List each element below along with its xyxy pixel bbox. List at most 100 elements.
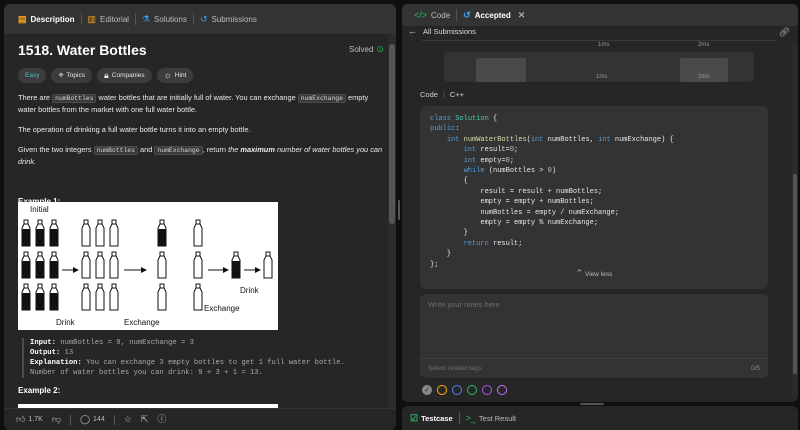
distribution-chart: 1ms 2ms: [444, 52, 754, 82]
link-icon[interactable]: 🔗︎: [779, 28, 790, 37]
divider: |: [442, 90, 445, 99]
tab-submissions-label: Submissions: [211, 14, 257, 24]
description-panel: ▤ Description ▥ Editorial ⚗ Solutions ↺ …: [4, 4, 396, 430]
companies-button[interactable]: 🔒︎ Companies: [96, 68, 152, 83]
resize-handle[interactable]: [398, 200, 400, 220]
tab-test-result[interactable]: >_ Test Result: [465, 412, 516, 423]
thumbs-down-icon[interactable]: 👎︎: [52, 415, 61, 424]
input-value: numBottles = 9, numExchange = 3: [55, 339, 194, 347]
notes-input[interactable]: Write your notes here: [428, 300, 500, 309]
help-icon[interactable]: ⓘ: [157, 415, 166, 424]
description-footer: 👍︎ 1.7K 👎︎ ◯ 144 ☆ ⇱ ⓘ: [4, 408, 396, 430]
topics-label: Topics: [66, 72, 85, 79]
example-1-block: Input: numBottles = 9, numExchange = 3 O…: [22, 338, 345, 378]
code-icon: </>: [414, 9, 428, 20]
tab-divider: [458, 412, 460, 424]
color-option-yellow[interactable]: [437, 385, 447, 395]
lock-icon: 🔒︎: [103, 70, 109, 80]
star-icon[interactable]: ☆: [124, 415, 132, 424]
scrollbar-thumb[interactable]: [389, 44, 395, 224]
share-icon[interactable]: ⇱: [141, 415, 149, 424]
comment-icon: ◯: [79, 414, 91, 424]
color-option-purple[interactable]: [482, 385, 492, 395]
view-less-button[interactable]: ⌃ View less: [420, 268, 768, 279]
tab-submissions[interactable]: ↺ Submissions: [194, 4, 263, 34]
text: the: [228, 145, 241, 154]
inline-code: numExchange: [297, 94, 346, 103]
description-paragraph-1: There are numBottles water bottles that …: [18, 92, 388, 115]
left-tabbar: ▤ Description ▥ Editorial ⚗ Solutions ↺ …: [4, 4, 396, 34]
tick-label-bottom: 2ms: [698, 74, 710, 80]
explanation-value: You can exchange 3 empty bottles to get …: [81, 359, 345, 367]
tab-solutions-label: Solutions: [154, 14, 187, 24]
example-output: Output: 13: [30, 348, 345, 358]
notes-area: Write your notes here Select related tag…: [420, 294, 768, 378]
right-tabbar: </> Code ↺ Accepted ✕: [402, 4, 798, 26]
comment-count: 144: [93, 416, 105, 423]
figure-label-exchange-2: Exchange: [204, 304, 240, 313]
code-header: Code | C++: [420, 90, 464, 99]
runtime-distribution: 1ms 2ms 1ms 2ms: [422, 40, 776, 90]
tick-label-top: 2ms: [698, 42, 710, 48]
comments-button[interactable]: ◯ 144: [80, 415, 105, 424]
text: water bottles that are initially full of…: [96, 93, 298, 102]
problem-content: 1518. Water Bottles Easy ⌖ Topics 🔒︎ Compa…: [18, 36, 388, 206]
tab-editorial[interactable]: ▥ Editorial: [82, 4, 135, 34]
scrollbar-thumb[interactable]: [793, 174, 797, 374]
tab-editorial-label: Editorial: [100, 14, 129, 24]
thumbs-up-icon: 👍︎: [16, 414, 26, 424]
like-count: 1.7K: [28, 416, 43, 423]
tag-counter: 0/5: [750, 365, 760, 372]
flask-icon: ⚗: [141, 13, 151, 24]
tab-solutions[interactable]: ⚗ Solutions: [136, 4, 193, 34]
inline-code: numBottles: [93, 146, 138, 155]
figure-label-drink: Drink: [56, 318, 75, 327]
arrow-left-icon: ←: [408, 26, 417, 36]
companies-label: Companies: [111, 72, 145, 79]
color-option-violet[interactable]: [497, 385, 507, 395]
check-circle-icon: ⊙: [376, 44, 384, 54]
chevron-up-icon: ⌃: [575, 268, 584, 278]
text: Given the two integers: [18, 145, 94, 154]
tab-accepted[interactable]: ↺ Accepted ✕: [457, 4, 531, 26]
note-color-picker: ✓: [422, 385, 507, 395]
close-icon[interactable]: ✕: [518, 10, 526, 20]
tick-label-bottom: 1ms: [596, 74, 608, 80]
tag-icon: ⌖: [58, 70, 64, 80]
solved-label: Solved: [348, 45, 374, 54]
terminal-icon: >_: [465, 412, 476, 423]
color-option-gray[interactable]: ✓: [422, 385, 432, 395]
example-explanation: Explanation: You can exchange 3 empty bo…: [30, 358, 345, 368]
hint-button[interactable]: ☼ Hint: [156, 68, 194, 83]
tab-testcase[interactable]: ☑ Testcase: [410, 413, 453, 423]
right-scrollbar[interactable]: [792, 44, 798, 394]
back-to-submissions[interactable]: ← All Submissions: [408, 26, 476, 37]
color-option-green[interactable]: [467, 385, 477, 395]
horizontal-resize-handle[interactable]: [580, 403, 604, 405]
figure-label-initial: Initial: [30, 205, 49, 214]
difficulty-badge[interactable]: Easy: [18, 68, 47, 83]
code-label: Code: [420, 90, 438, 99]
tab-code[interactable]: </> Code: [408, 4, 456, 26]
example-input: Input: numBottles = 9, numExchange = 3: [30, 338, 345, 348]
inline-code: numExchange: [154, 146, 203, 155]
figure-label-drink-2: Drink: [240, 286, 259, 295]
document-icon: ▤: [18, 13, 27, 24]
submitted-code[interactable]: class Solution { public: int numWaterBot…: [420, 106, 768, 289]
text: There are: [18, 93, 53, 102]
submission-panel: </> Code ↺ Accepted ✕ ← All Submissions …: [402, 4, 798, 402]
color-option-blue[interactable]: [452, 385, 462, 395]
related-tags-select[interactable]: Select related tags: [428, 365, 482, 372]
text: , return: [202, 145, 229, 154]
language-label: C++: [449, 90, 465, 99]
distribution-bar[interactable]: [476, 58, 526, 82]
app-root: ▤ Description ▥ Editorial ⚗ Solutions ↺ …: [0, 0, 800, 430]
output-label: Output:: [30, 349, 61, 357]
tab-description[interactable]: ▤ Description: [12, 4, 81, 34]
divider: [69, 414, 71, 425]
topics-button[interactable]: ⌖ Topics: [51, 68, 92, 83]
like-button[interactable]: 👍︎ 1.7K: [16, 415, 43, 424]
description-scrollbar[interactable]: [388, 34, 396, 408]
example-1-figure: Initial Drink Exchange Exchange Drink: [18, 202, 278, 330]
code-text: class Solution { public: int numWaterBot…: [430, 115, 674, 269]
